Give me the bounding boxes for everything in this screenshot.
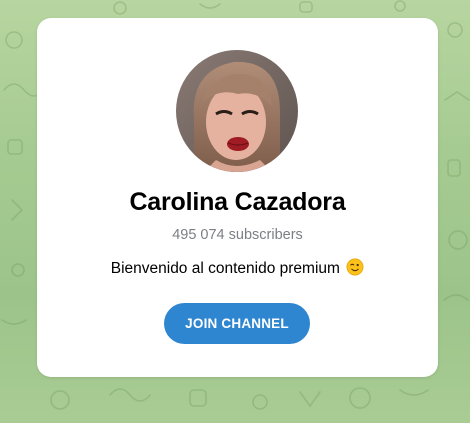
channel-card: Carolina Cazadora 495 074 subscribers Bi…: [37, 18, 438, 377]
winking-face-emoji-icon: [346, 258, 364, 276]
channel-description-text: Bienvenido al contenido premium: [110, 260, 340, 277]
avatar-image: [176, 50, 298, 172]
subscriber-count: 495 074 subscribers: [172, 227, 303, 243]
channel-avatar[interactable]: [176, 50, 298, 172]
channel-name: Carolina Cazadora: [129, 188, 346, 216]
join-channel-button[interactable]: JOIN CHANNEL: [164, 303, 310, 344]
channel-description: Bienvenido al contenido premium: [37, 258, 438, 278]
